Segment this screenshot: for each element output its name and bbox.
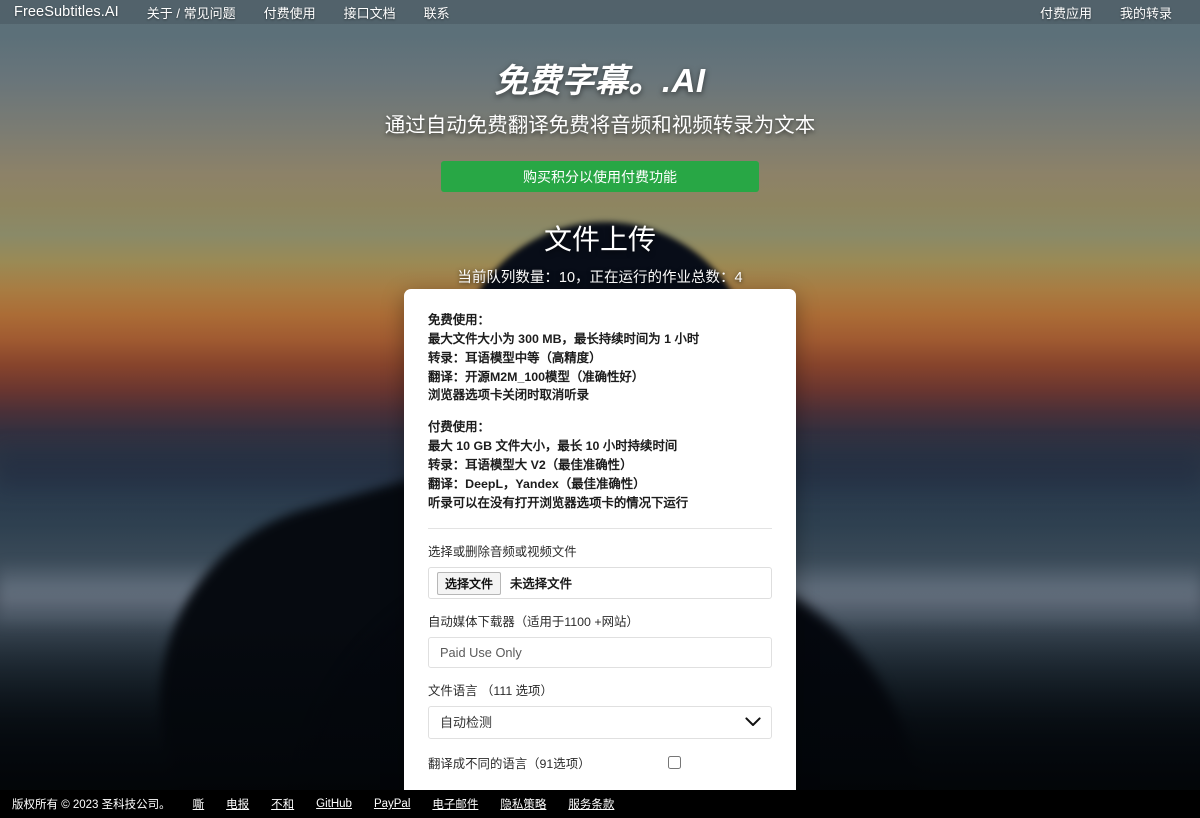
file-language-select[interactable]: 自动检测 (428, 706, 772, 740)
file-field-label: 选择或删除音频或视频文件 (428, 545, 577, 560)
paid-use-line-2: 转录：耳语模型大 V2（最佳准确性） (428, 457, 633, 472)
paid-use-line-1: 最大 10 GB 文件大小，最长 10 小时持续时间 (428, 439, 678, 454)
free-use-title: 免费使用： (428, 313, 490, 327)
downloader-field-label: 自动媒体下载器（适用于1100 +网站） (428, 615, 639, 630)
footer-link-github[interactable]: GitHub (316, 798, 352, 810)
paid-use-info: 付费使用： 最大 10 GB 文件大小，最长 10 小时持续时间 转录：耳语模型… (428, 418, 772, 512)
queue-status-text: 当前队列数量：10，正在运行的作业总数：4 (457, 270, 743, 287)
hero-section: 免费字幕。.AI 通过自动免费翻译免费将音频和视频转录为文本 购买积分以使用付费… (0, 24, 1200, 287)
upload-card: 免费使用： 最大文件大小为 300 MB，最长持续时间为 1 小时 转录：耳语模… (404, 289, 796, 818)
nav-my-transcriptions[interactable]: 我的转录 (1106, 3, 1186, 22)
downloader-field-group: 自动媒体下载器（适用于1100 +网站） (428, 612, 772, 669)
buy-credits-button[interactable]: 购买积分以使用付费功能 (441, 161, 759, 193)
free-use-line-4: 浏览器选项卡关闭时取消听录 (428, 388, 590, 403)
language-select-wrap: 自动检测 (428, 706, 772, 740)
footer-link-privacy[interactable]: 隐私策略 (500, 796, 546, 812)
footer-links-group: 嘶 电报 不和 GitHub PayPal 电子邮件 隐私策略 服务条款 (193, 796, 637, 812)
page-subtitle: 通过自动免费翻译免费将音频和视频转录为文本 (384, 114, 816, 137)
footer-link-terms[interactable]: 服务条款 (568, 796, 614, 812)
language-field-label: 文件语言 （111 选项） (428, 684, 553, 699)
paid-use-title: 付费使用： (428, 420, 490, 435)
footer-copyright: 版权所有 © 2023 圣科技公司。 (12, 799, 171, 811)
upload-heading: 文件上传 (543, 224, 656, 256)
nav-about-faq[interactable]: 关于 / 常见问题 (133, 3, 250, 22)
free-use-info: 免费使用： 最大文件大小为 300 MB，最长持续时间为 1 小时 转录：耳语模… (428, 311, 772, 405)
paid-use-line-4: 听录可以在没有打开浏览器选项卡的情况下运行 (428, 495, 689, 510)
translate-field-group: 翻译成不同的语言（91选项） (428, 753, 772, 772)
file-input[interactable]: 选择文件 未选择文件 (428, 567, 772, 600)
free-use-line-2: 转录：耳语模型中等（高精度） (428, 350, 602, 365)
footer-link-discord-alt[interactable]: 嘶 (193, 796, 205, 812)
translate-field-label: 翻译成不同的语言（91选项） (428, 756, 591, 771)
nav-paid-use[interactable]: 付费使用 (250, 3, 330, 22)
footer-link-telegram[interactable]: 电报 (226, 796, 249, 812)
choose-file-button[interactable]: 选择文件 (437, 571, 502, 595)
nav-paid-app[interactable]: 付费应用 (1026, 3, 1106, 22)
media-downloader-input[interactable] (428, 637, 772, 669)
translate-language-checkbox[interactable] (668, 756, 682, 770)
footer-link-discord[interactable]: 不和 (271, 796, 294, 812)
nav-api-docs[interactable]: 接口文档 (330, 3, 410, 22)
file-field-group: 选择或删除音频或视频文件 选择文件 未选择文件 (428, 542, 772, 600)
footer-link-paypal[interactable]: PayPal (374, 798, 410, 810)
navbar-left-group: FreeSubtitles.AI 关于 / 常见问题 付费使用 接口文档 联系 (14, 3, 464, 22)
card-divider (428, 528, 772, 530)
nav-contact[interactable]: 联系 (410, 3, 464, 22)
footer-link-email[interactable]: 电子邮件 (432, 796, 478, 812)
page-footer: 版权所有 © 2023 圣科技公司。 嘶 电报 不和 GitHub PayPal… (0, 790, 1200, 818)
top-navbar: FreeSubtitles.AI 关于 / 常见问题 付费使用 接口文档 联系 … (0, 0, 1200, 24)
brand-logo[interactable]: FreeSubtitles.AI (14, 4, 133, 20)
navbar-right-group: 付费应用 我的转录 (1026, 3, 1186, 22)
paid-use-line-3: 翻译：DeepL，Yandex（最佳准确性） (428, 476, 646, 491)
language-field-group: 文件语言 （111 选项） 自动检测 (428, 681, 772, 740)
page-title: 免费字幕。.AI (494, 62, 706, 99)
file-status-text: 未选择文件 (510, 577, 572, 592)
free-use-line-3: 翻译：开源M2M_100模型（准确性好） (428, 369, 645, 384)
free-use-line-1: 最大文件大小为 300 MB，最长持续时间为 1 小时 (428, 331, 700, 346)
